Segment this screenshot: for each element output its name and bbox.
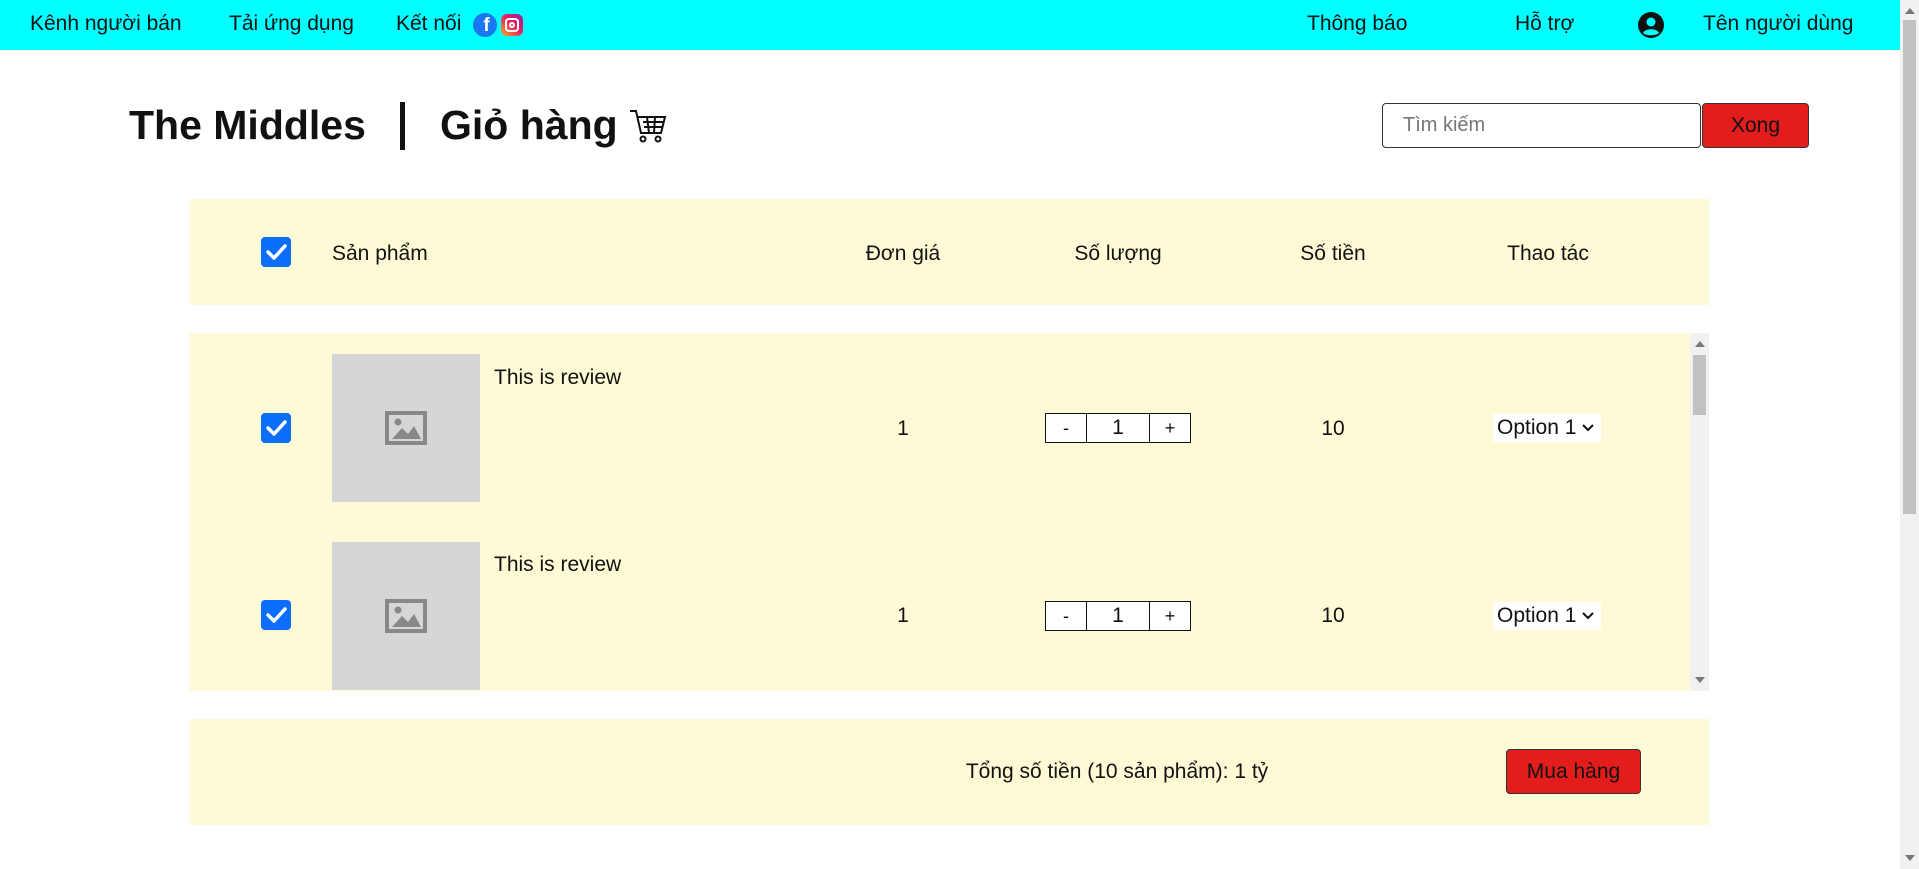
column-unit-price: Đơn giá [865,242,941,265]
top-nav-bar: Kênh người bán Tải ứng dụng Kết nối f Th… [0,0,1900,50]
select-all-checkbox[interactable] [261,237,291,267]
brand-logo-text[interactable]: The Middles [129,102,366,149]
seller-channel-link[interactable]: Kênh người bán [30,12,182,36]
increase-quantity-button[interactable]: + [1149,413,1191,443]
item-checkbox[interactable] [261,600,291,630]
unit-price-value: 1 [897,417,909,440]
checkmark-icon [266,244,287,260]
cart-icon [630,110,667,143]
item-checkbox[interactable] [261,413,291,443]
quantity-value[interactable]: 1 [1087,601,1149,631]
decrease-quantity-button[interactable]: - [1045,413,1087,443]
product-thumbnail[interactable] [332,354,480,502]
header-divider [400,102,405,150]
support-link[interactable]: Hỗ trợ [1515,12,1574,36]
product-name[interactable]: This is review [494,366,621,390]
image-placeholder-icon [385,599,427,633]
cart-items-list[interactable]: This is review 1 - 1 + 10 Option 1 This … [190,333,1709,691]
search-submit-button[interactable]: Xong [1702,103,1809,148]
scroll-down-arrow-icon[interactable] [1905,855,1915,861]
action-select-value: Option 1 [1497,416,1577,439]
cart-summary-bar: Tổng số tiền (10 sản phẩm): 1 tỷ Mua hàn… [190,719,1709,825]
items-scrollbar-thumb[interactable] [1693,355,1706,415]
action-select-value: Option 1 [1497,604,1577,627]
quantity-stepper: - 1 + [1045,413,1191,443]
user-avatar-icon[interactable] [1638,12,1664,38]
checkmark-icon [266,420,287,436]
search-input[interactable] [1382,103,1701,148]
product-thumbnail[interactable] [332,542,480,690]
column-actions: Thao tác [1507,242,1589,265]
quantity-value[interactable]: 1 [1087,413,1149,443]
notifications-link[interactable]: Thông báo [1307,12,1407,36]
decrease-quantity-button[interactable]: - [1045,601,1087,631]
checkout-button[interactable]: Mua hàng [1506,749,1641,794]
chevron-down-icon [1582,612,1595,620]
image-placeholder-icon [385,411,427,445]
download-app-link[interactable]: Tải ứng dụng [229,12,354,36]
scroll-up-arrow-icon[interactable] [1695,341,1705,347]
product-name[interactable]: This is review [494,553,621,577]
column-amount: Số tiền [1300,242,1366,265]
increase-quantity-button[interactable]: + [1149,601,1191,631]
quantity-stepper: - 1 + [1045,601,1191,631]
facebook-icon[interactable]: f [473,13,497,37]
column-quantity: Số lượng [1074,242,1162,265]
action-select[interactable]: Option 1 [1493,602,1601,630]
page-title: Giỏ hàng [440,102,618,148]
scroll-up-arrow-icon[interactable] [1905,8,1915,14]
amount-value: 10 [1321,417,1345,440]
cart-table-header: Sản phẩm Đơn giá Số lượng Số tiền Thao t… [190,199,1709,305]
checkmark-icon [266,607,287,623]
column-product: Sản phẩm [332,242,428,265]
amount-value: 10 [1321,604,1345,627]
unit-price-value: 1 [897,604,909,627]
items-scrollbar[interactable] [1690,333,1709,691]
social-links: f [473,13,523,37]
total-amount-text: Tổng số tiền (10 sản phẩm): 1 tỷ [965,760,1269,783]
connect-label: Kết nối [396,12,462,35]
username-link[interactable]: Tên người dùng [1703,12,1853,36]
page-scrollbar-thumb[interactable] [1903,20,1916,514]
scroll-down-arrow-icon[interactable] [1695,677,1705,683]
instagram-icon[interactable] [501,14,523,36]
page-scrollbar[interactable] [1900,0,1919,869]
chevron-down-icon [1582,424,1595,432]
action-select[interactable]: Option 1 [1493,414,1601,442]
